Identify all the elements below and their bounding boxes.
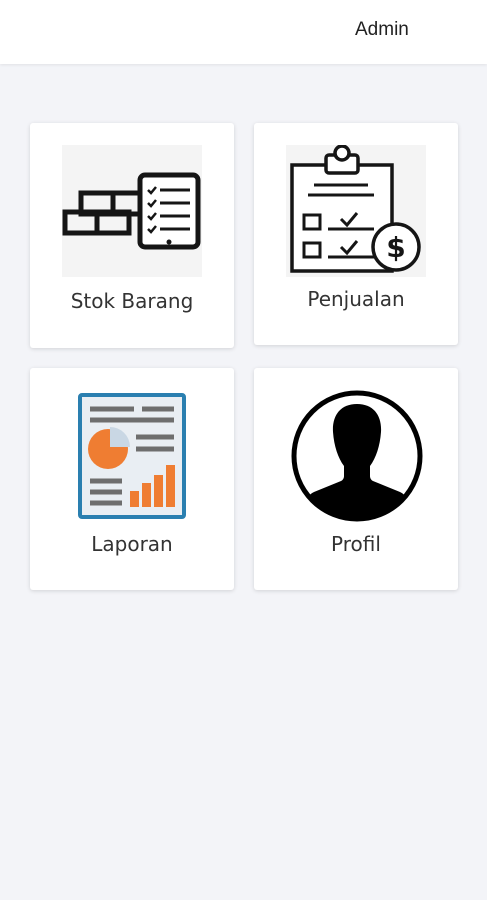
- app-header: Admin: [0, 0, 487, 64]
- menu-card-profil[interactable]: Profil: [254, 368, 458, 590]
- menu-label-penjualan: Penjualan: [307, 287, 405, 311]
- menu-label-stok-barang: Stok Barang: [70, 289, 194, 313]
- report-icon: [78, 393, 186, 519]
- menu-card-stok-barang[interactable]: Stok Barang: [30, 123, 234, 348]
- sales-clipboard-icon: $: [286, 145, 426, 277]
- profile-avatar-icon: [291, 390, 423, 522]
- svg-text:$: $: [386, 231, 405, 264]
- menu-label-profil: Profil: [331, 532, 381, 556]
- menu-card-laporan[interactable]: Laporan: [30, 368, 234, 590]
- menu-label-laporan: Laporan: [91, 532, 173, 556]
- stock-icon: [62, 145, 202, 277]
- menu-card-penjualan[interactable]: $ Penjualan: [254, 123, 458, 345]
- admin-user-label[interactable]: Admin: [355, 19, 409, 41]
